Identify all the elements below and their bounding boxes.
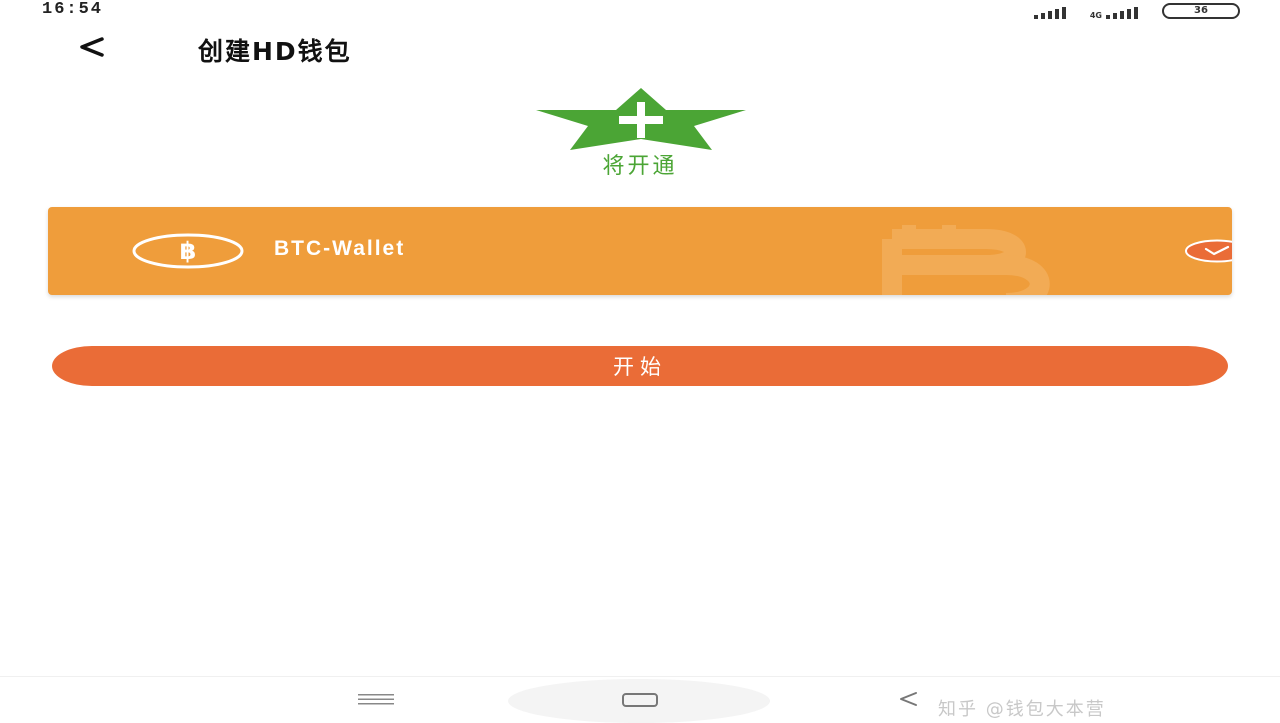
status-bar: 16:54 4G 36 bbox=[0, 0, 1280, 24]
check-circle-icon[interactable] bbox=[1184, 239, 1232, 263]
bitcoin-icon: ฿ bbox=[132, 233, 244, 269]
mobile-network-icon: 4G bbox=[1089, 5, 1138, 20]
nav-back-icon[interactable] bbox=[896, 689, 922, 709]
svg-text:฿: ฿ bbox=[180, 237, 197, 265]
bitcoin-watermark-icon bbox=[882, 225, 1050, 295]
start-button[interactable]: 开始 bbox=[52, 346, 1228, 386]
battery-level: 36 bbox=[1194, 5, 1208, 16]
wallet-card-btc[interactable]: ฿ BTC-Wallet bbox=[48, 207, 1232, 295]
status-time: 16:54 bbox=[42, 0, 104, 19]
home-icon[interactable] bbox=[620, 691, 660, 711]
signal-icon bbox=[1033, 5, 1066, 19]
chevron-left-icon bbox=[80, 37, 104, 57]
hero-label: 将开通 bbox=[602, 154, 678, 179]
status-indicators: 4G 36 bbox=[1033, 3, 1240, 20]
wallet-name: BTC-Wallet bbox=[274, 237, 406, 260]
star-plus-icon bbox=[534, 88, 748, 150]
header: 创建HD钱包 bbox=[0, 30, 1280, 70]
page-title: 创建HD钱包 bbox=[198, 37, 352, 66]
system-nav-bar: 知乎 @钱包大本营 bbox=[0, 676, 1280, 723]
back-button[interactable] bbox=[76, 30, 116, 68]
watermark-text: 知乎 @钱包大本营 bbox=[938, 699, 1106, 720]
battery-icon: 36 bbox=[1162, 3, 1240, 19]
network-label: 4G bbox=[1089, 11, 1102, 20]
menu-icon[interactable] bbox=[356, 691, 396, 707]
